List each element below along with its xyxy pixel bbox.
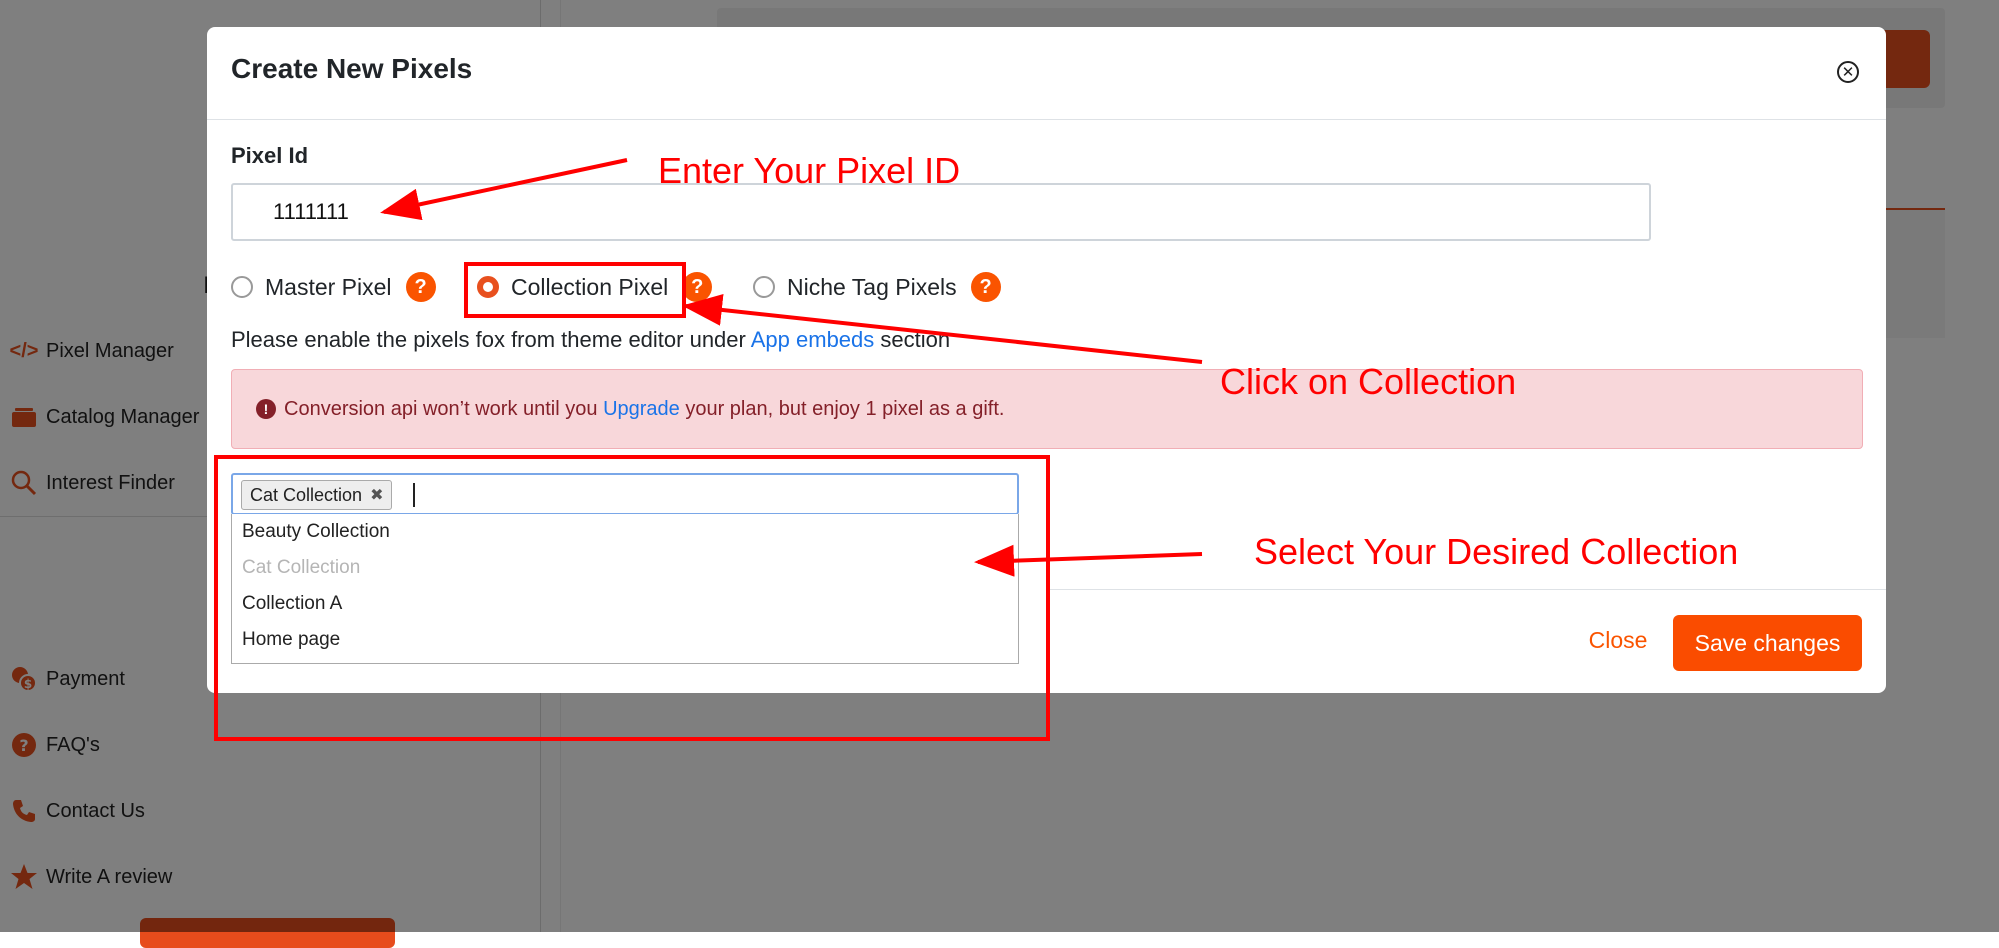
radio-master-pixel[interactable]: Master Pixel ? [231, 272, 436, 302]
radio-collection-pixel[interactable]: Collection Pixel ? [477, 272, 713, 302]
app-embeds-link[interactable]: App embeds [751, 327, 875, 352]
theme-editor-note: Please enable the pixels fox from theme … [231, 327, 950, 353]
radio-niche-tag-pixels[interactable]: Niche Tag Pixels ? [753, 272, 1001, 302]
pixel-type-radio-group: Master Pixel ? Collection Pixel ? Niche … [231, 272, 1231, 312]
text-caret [413, 483, 415, 507]
modal-header: Create New Pixels ✕ [207, 27, 1886, 120]
pixel-id-label: Pixel Id [231, 143, 309, 168]
close-icon[interactable]: ✕ [1837, 61, 1859, 83]
note-text-end: section [874, 327, 951, 352]
pixel-id-input[interactable] [231, 183, 1651, 241]
radio-label: Collection Pixel [511, 273, 669, 300]
dropdown-option[interactable]: Home page [232, 622, 1018, 658]
remove-tag-icon[interactable]: ✖ [370, 485, 383, 505]
radio-label: Master Pixel [265, 273, 392, 300]
alert-icon: ! [256, 399, 276, 419]
help-icon[interactable]: ? [970, 272, 1001, 302]
modal-title: Create New Pixels [231, 53, 473, 84]
dropdown-option-disabled: Cat Collection [242, 557, 361, 578]
dropdown-option[interactable]: Collection A [232, 586, 1018, 622]
tag-label: Cat Collection [250, 484, 363, 505]
help-icon[interactable]: ? [405, 272, 436, 302]
alert-text-end: your plan, but enjoy 1 pixel as a gift. [685, 397, 1005, 420]
close-button[interactable]: Close [1573, 615, 1663, 665]
create-pixel-modal: Create New Pixels ✕ Pixel Id Master Pixe… [207, 27, 1886, 693]
selected-collection-tag: Cat Collection ✖ [241, 480, 393, 510]
alert-text: Conversion api won’t work until you [284, 397, 598, 420]
help-icon[interactable]: ? [682, 272, 713, 302]
note-text: Please enable the pixels fox from theme … [231, 327, 751, 352]
save-changes-button[interactable]: Save changes [1673, 615, 1862, 671]
modal-footer-divider [1047, 589, 1886, 590]
conversion-api-alert: ! Conversion api won’t work until you Up… [231, 369, 1863, 449]
radio-button-checked[interactable] [477, 276, 499, 298]
collection-dropdown: Beauty Collection Cat Collection Collect… [231, 514, 1019, 664]
dropdown-option[interactable]: Beauty Collection [232, 514, 1018, 550]
collection-select[interactable]: Cat Collection ✖ [231, 473, 1019, 515]
radio-label: Niche Tag Pixels [787, 273, 957, 300]
radio-button[interactable] [753, 276, 775, 298]
radio-button[interactable] [231, 276, 253, 298]
upgrade-link[interactable]: Upgrade [603, 398, 680, 421]
